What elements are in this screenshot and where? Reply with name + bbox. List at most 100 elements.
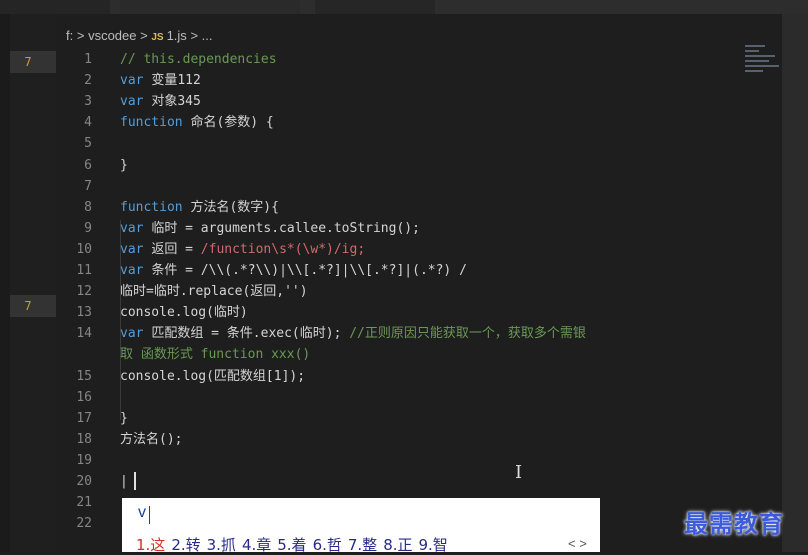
code-line[interactable]: 8 function 方法名(数字){ [60, 197, 750, 218]
code-line[interactable]: 19 [60, 450, 750, 471]
vertical-scrollbar[interactable] [782, 14, 808, 552]
code-token: 方法名(数字){ [190, 199, 279, 215]
ime-candidate[interactable]: 8.正 [383, 536, 412, 554]
code-token: } [120, 410, 128, 426]
ime-candidate[interactable]: 1.这 [136, 536, 165, 554]
line-number: 16 [76, 389, 92, 405]
line-number: 10 [76, 241, 92, 257]
code-line[interactable]: 7 [60, 176, 750, 197]
ime-composition-text: v [138, 504, 146, 521]
code-line[interactable]: 9 var 临时 = arguments.callee.toString(); [60, 218, 750, 239]
ime-candidate[interactable]: 2.转 [171, 536, 200, 554]
ibeam-cursor-icon: I [515, 462, 523, 483]
breadcrumb-root[interactable]: f: [66, 28, 73, 43]
ime-candidate-window[interactable]: v 1.这 2.转 3.抓 4.章 5.着 6.哲 7.整 8.正 9.智 < > [122, 498, 600, 554]
code-line[interactable]: 2 var 变量112 [60, 70, 750, 91]
code-token: var [120, 73, 152, 89]
code-token: | [120, 474, 128, 489]
ime-pager-arrows[interactable]: < > [568, 536, 587, 551]
code-token: console.log(临时) [120, 305, 248, 321]
ime-candidate[interactable]: 5.着 [277, 536, 306, 554]
code-token: 变量112 [151, 73, 201, 89]
code-token: 匹配数组 = 条件.exec(临时); [151, 326, 350, 342]
line-number: 20 [76, 474, 92, 489]
editor-tab[interactable] [0, 0, 110, 14]
minimap[interactable] [745, 45, 781, 105]
watermark-logo: 最需教育 [684, 510, 784, 538]
ime-caret [149, 506, 150, 524]
breadcrumb-folder[interactable]: vscodee [88, 28, 136, 43]
editor-tab[interactable] [120, 0, 300, 14]
ime-candidate[interactable]: 3.抓 [207, 536, 236, 554]
gutter-marker: 7 [24, 55, 32, 69]
code-line[interactable]: 6} [60, 155, 750, 176]
editor-tab-bar [0, 0, 808, 14]
line-number: 5 [84, 136, 92, 152]
editor-tab[interactable] [315, 0, 435, 14]
breadcrumb-file[interactable]: 1.js [167, 28, 187, 43]
code-line[interactable]: 13 console.log(临时) [60, 302, 750, 323]
code-text: var 条件 = /\\(.*?\\)|\\[.*?]|\\[.*?]|(.*?… [120, 260, 467, 281]
line-number: 17 [76, 410, 92, 426]
code-token: /\\(.*?\\)|\\[.*?]|\\[.*?]|(.*?) / [200, 263, 467, 278]
code-line[interactable]: 取 函数形式 function xxx() [60, 344, 750, 365]
code-token: //正则原因只能获取一个，获取多个需银 [349, 326, 586, 342]
code-line[interactable]: 18 方法名(); [60, 429, 750, 450]
ime-candidate[interactable]: 4.章 [242, 536, 271, 554]
code-token: function [120, 199, 191, 215]
code-line[interactable]: 15 console.log(匹配数组[1]); [60, 366, 750, 387]
line-number: 8 [84, 199, 92, 215]
code-text: } [120, 155, 128, 176]
breadcrumb-separator: > [190, 28, 199, 43]
code-line[interactable]: 10 var 返回 = /function\s*(\w*)/ig; [60, 239, 750, 260]
breadcrumb-separator: > [140, 28, 148, 43]
line-number: 7 [84, 178, 92, 194]
code-line[interactable]: 16 [60, 387, 750, 408]
code-text: 取 函数形式 function xxx() [120, 344, 310, 365]
line-number: 22 [76, 516, 92, 532]
line-number: 13 [76, 305, 92, 321]
code-line[interactable]: 12 临时=临时.replace(返回,'') [60, 281, 750, 302]
code-token: 临时=临时.replace(返回,'') [120, 284, 308, 300]
ime-candidate[interactable]: 6.哲 [313, 536, 342, 554]
code-token: // this.dependencies [120, 52, 277, 67]
line-number: 21 [76, 495, 92, 511]
code-text: var 匹配数组 = 条件.exec(临时); //正则原因只能获取一个，获取多… [120, 323, 586, 344]
line-number: 11 [76, 263, 92, 278]
line-number: 6 [84, 157, 92, 173]
code-line[interactable]: 5 [60, 133, 750, 154]
code-token: console.log(匹配数组[1]); [120, 368, 306, 384]
code-line[interactable]: 3 var 对象345 [60, 91, 750, 112]
code-token: 命名(参数) { [190, 115, 274, 131]
activity-bar [0, 14, 10, 552]
line-number: 15 [76, 368, 92, 384]
code-line[interactable]: 14 var 匹配数组 = 条件.exec(临时); //正则原因只能获取一个，… [60, 323, 750, 344]
code-line[interactable]: 4 function 命名(参数) { [60, 112, 750, 133]
breadcrumb-more[interactable]: ... [202, 28, 213, 43]
code-line[interactable]: 20 | [60, 471, 750, 492]
code-token: var [120, 326, 152, 342]
code-text: // this.dependencies [120, 49, 277, 70]
code-token: function [120, 115, 191, 131]
code-text: function 方法名(数字){ [120, 197, 279, 218]
code-token: 对象345 [151, 94, 201, 110]
gutter-marker: 7 [24, 299, 32, 313]
line-number: 14 [76, 326, 92, 342]
ime-candidate[interactable]: 7.整 [348, 536, 377, 554]
code-text: console.log(临时) [120, 302, 248, 323]
code-token: /function\s*(\w*)/ig; [200, 241, 366, 257]
breadcrumb: f: > vscodee > JS 1.js > ... [66, 28, 213, 43]
code-text: var 临时 = arguments.callee.toString(); [120, 218, 420, 239]
js-file-icon: JS [151, 32, 164, 43]
ime-candidate[interactable]: 9.智 [419, 536, 448, 554]
code-line[interactable]: 11 var 条件 = /\\(.*?\\)|\\[.*?]|\\[.*?]|(… [60, 260, 750, 281]
line-number: 19 [76, 452, 92, 468]
code-line[interactable]: 17} [60, 408, 750, 429]
code-token: var [120, 94, 152, 110]
code-text: 方法名(); [120, 429, 182, 450]
code-line[interactable]: 1 // this.dependencies [60, 49, 750, 70]
code-text: var 对象345 [120, 91, 201, 112]
code-token: var [120, 263, 152, 278]
line-number: 12 [76, 284, 92, 300]
code-text: 临时=临时.replace(返回,'') [120, 281, 308, 302]
